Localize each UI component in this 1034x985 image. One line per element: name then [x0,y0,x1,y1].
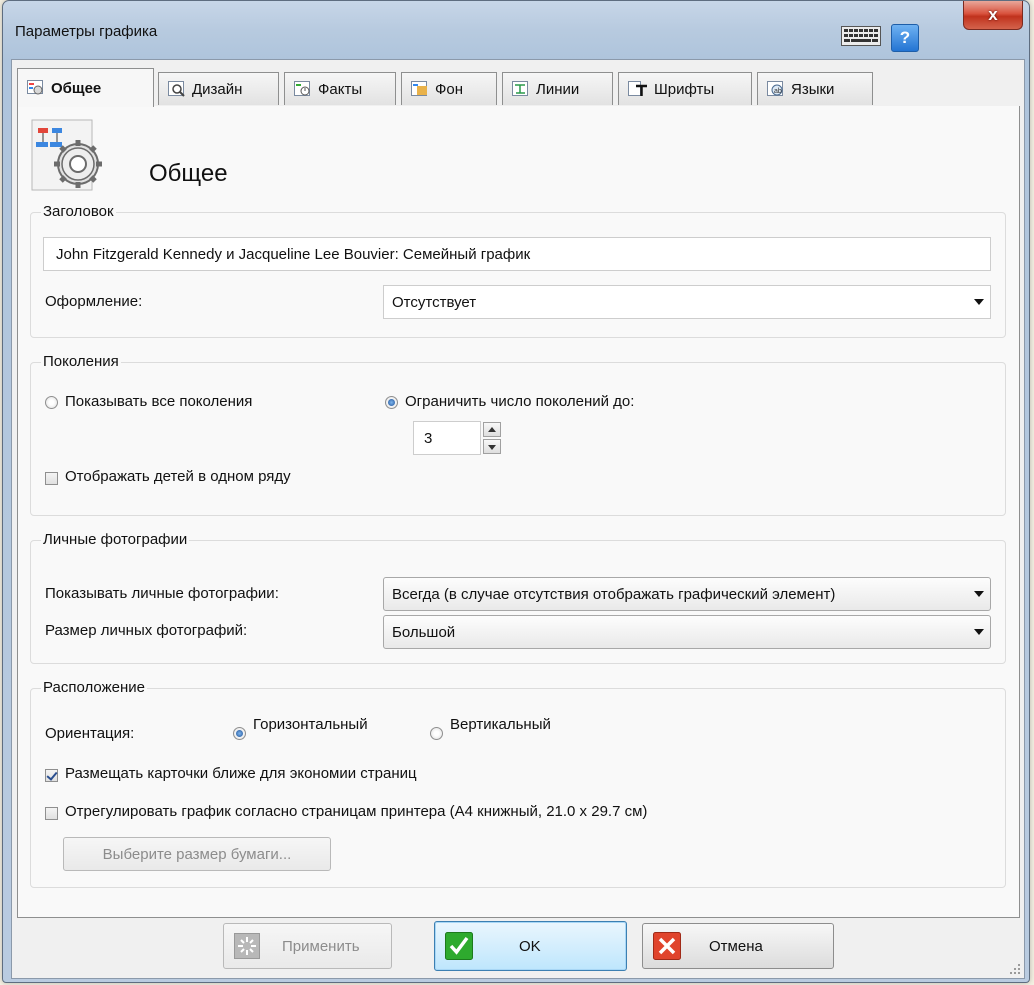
stepper-up-icon[interactable] [483,422,501,437]
tab-strip: Общее Дизайн Факты Фон Линии Шрифты ab Я… [17,68,1020,107]
chevron-down-icon [974,299,984,305]
chevron-down-icon [974,629,984,635]
show-photos-label: Показывать личные фотографии: [45,585,279,602]
background-tab-icon [411,81,427,96]
layout-group-legend: Расположение [41,679,147,696]
resize-grip-icon[interactable] [1009,963,1021,975]
style-label: Оформление: [45,293,143,310]
limit-generations-label[interactable]: Ограничить число поколений до: [405,393,634,410]
cancel-x-icon [653,932,681,960]
design-tab-icon [168,81,185,97]
cancel-button-label: Отмена [709,937,763,955]
tab-languages[interactable]: ab Языки [757,72,873,105]
limit-generations-radio[interactable] [385,396,398,409]
vertical-orientation-radio[interactable] [430,727,443,740]
chart-settings-dialog: Параметры графика ? x Общее Дизайн Факты… [2,0,1030,983]
svg-text:ab: ab [774,88,782,95]
help-button[interactable]: ? [891,24,919,52]
generations-count-input[interactable]: 3 [413,421,481,455]
show-photos-select[interactable]: Всегда (в случае отсутствия отображать г… [383,577,991,611]
lines-tab-icon [512,81,528,96]
fonts-tab-icon [628,81,647,96]
compact-cards-checkbox[interactable] [45,769,58,782]
tab-label: Общее [51,79,102,97]
stepper-down-icon[interactable] [483,439,501,454]
fit-printer-checkbox[interactable] [45,807,58,820]
keyboard-icon[interactable] [839,25,883,47]
tab-facts[interactable]: Факты [284,72,396,105]
children-one-row-checkbox[interactable] [45,472,58,485]
ok-button[interactable]: OK [434,921,627,971]
dialog-client-area: Общее Дизайн Факты Фон Линии Шрифты ab Я… [11,59,1025,979]
general-tab-page: Общее Заголовок John Fitzgerald Kennedy … [17,106,1020,918]
checkmark-icon [445,932,473,960]
chevron-down-icon [974,591,984,597]
generations-count-stepper[interactable] [483,422,501,454]
page-title: Общее [149,160,228,187]
apply-icon [234,933,260,959]
title-bar[interactable]: Параметры графика ? x [3,1,1029,59]
layout-group: Расположение Ориентация: Горизонтальный … [30,679,1006,888]
facts-tab-icon [294,81,310,96]
tab-lines[interactable]: Линии [502,72,613,105]
close-button[interactable]: x [963,1,1023,30]
photos-group: Личные фотографии Показывать личные фото… [30,531,1006,664]
title-group: Заголовок John Fitzgerald Kennedy и Jacq… [30,203,1006,338]
generations-group-legend: Поколения [41,353,121,370]
horizontal-orientation-label[interactable]: Горизонтальный [253,716,368,733]
photo-size-label: Размер личных фотографий: [45,622,248,639]
show-photos-select-value: Всегда (в случае отсутствия отображать г… [392,585,836,603]
cancel-button[interactable]: Отмена [642,923,834,969]
languages-tab-icon: ab [767,81,783,96]
tab-label: Дизайн [192,80,243,98]
tab-label: Линии [536,80,580,98]
tab-label: Фон [435,80,464,98]
tab-background[interactable]: Фон [401,72,497,105]
horizontal-orientation-radio[interactable] [233,727,246,740]
style-select-value: Отсутствует [392,293,477,311]
style-select[interactable]: Отсутствует [383,285,991,319]
chart-title-input[interactable]: John Fitzgerald Kennedy и Jacqueline Lee… [43,237,991,271]
ok-button-label: OK [519,937,541,955]
show-all-generations-radio[interactable] [45,396,58,409]
tab-label: Шрифты [654,80,715,98]
general-settings-icon [31,119,102,191]
photo-size-select[interactable]: Большой [383,615,991,649]
tab-fonts[interactable]: Шрифты [618,72,752,105]
photo-size-select-value: Большой [392,623,456,641]
select-paper-size-button[interactable]: Выберите размер бумаги... [63,837,331,871]
tab-design[interactable]: Дизайн [158,72,279,105]
fit-printer-label[interactable]: Отрегулировать график согласно страницам… [65,803,647,820]
generations-group: Поколения Показывать все поколения Огран… [30,353,1006,516]
tab-general[interactable]: Общее [17,68,154,107]
compact-cards-label[interactable]: Размещать карточки ближе для экономии ст… [65,765,417,782]
tab-label: Факты [318,80,363,98]
apply-button-label: Применить [282,937,360,955]
general-tab-icon [27,80,43,95]
window-title: Параметры графика [15,23,158,40]
orientation-label: Ориентация: [45,725,135,742]
apply-button[interactable]: Применить [223,923,392,969]
title-group-legend: Заголовок [41,203,116,220]
children-one-row-label[interactable]: Отображать детей в одном ряду [65,468,291,485]
tab-label: Языки [791,80,835,98]
vertical-orientation-label[interactable]: Вертикальный [450,716,551,733]
show-all-generations-label[interactable]: Показывать все поколения [65,393,252,410]
photos-group-legend: Личные фотографии [41,531,190,548]
